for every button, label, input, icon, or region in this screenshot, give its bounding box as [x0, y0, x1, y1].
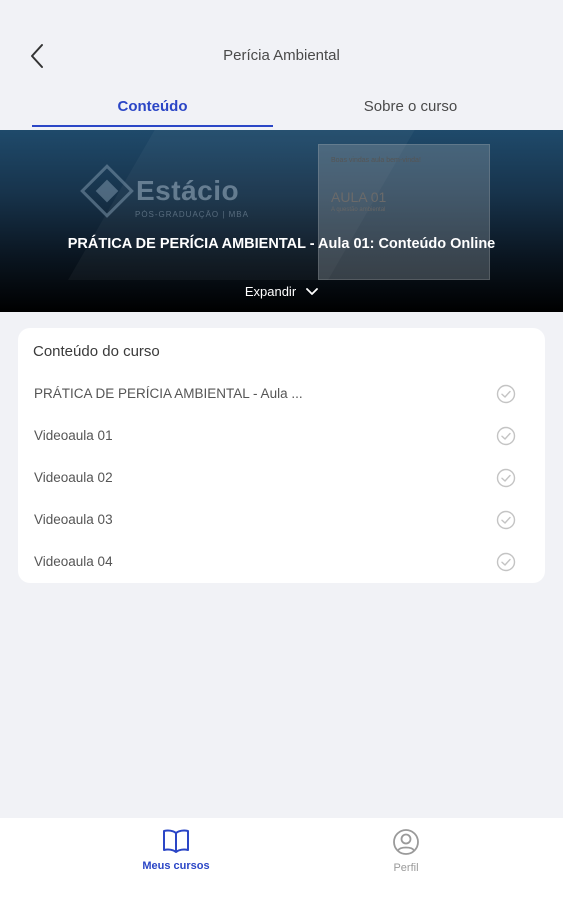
book-icon: [163, 829, 189, 853]
banner-slide-preview: Boas vindas aula bem-vinda! AULA 01 A qu…: [318, 144, 490, 280]
check-circle-icon: [496, 552, 516, 572]
nav-label: Perfil: [393, 862, 419, 874]
lesson-label: PRÁTICA DE PERÍCIA AMBIENTAL - Aula ...: [34, 386, 303, 401]
page-title: Perícia Ambiental: [223, 47, 340, 64]
check-circle-icon: [496, 384, 516, 404]
active-tab-indicator: [32, 125, 273, 127]
nav-meus-cursos[interactable]: Meus cursos: [116, 828, 236, 888]
slide-aula-subtitle: A questão ambiental: [331, 207, 386, 213]
lesson-label: Videoaula 01: [34, 428, 113, 443]
app-header: Perícia Ambiental Conteúdo Sobre o curso: [0, 0, 563, 130]
check-circle-icon: [496, 426, 516, 446]
check-circle-icon: [496, 468, 516, 488]
lesson-label: Videoaula 03: [34, 512, 113, 527]
logo-subtitle: PÓS-GRADUAÇÃO | MBA: [135, 210, 249, 219]
tab-sobre-o-curso[interactable]: Sobre o curso: [290, 84, 531, 128]
tab-bar: Conteúdo Sobre o curso: [0, 84, 563, 130]
slide-aula-label: AULA 01: [331, 189, 387, 205]
lesson-item[interactable]: PRÁTICA DE PERÍCIA AMBIENTAL - Aula ...: [18, 374, 545, 416]
lesson-label: Videoaula 04: [34, 554, 113, 569]
lesson-label: Videoaula 02: [34, 470, 113, 485]
chevron-down-icon: [306, 287, 319, 295]
expand-label: Expandir: [244, 284, 297, 299]
nav-perfil[interactable]: Perfil: [346, 828, 466, 888]
lesson-item[interactable]: Videoaula 01: [18, 416, 545, 458]
logo-text: Estácio: [136, 175, 240, 206]
expand-button[interactable]: Expandir: [0, 284, 563, 299]
lesson-title: PRÁTICA DE PERÍCIA AMBIENTAL - Aula 01: …: [67, 236, 496, 252]
tab-conteudo[interactable]: Conteúdo: [32, 84, 273, 128]
lesson-item[interactable]: Videoaula 03: [18, 500, 545, 542]
lesson-banner[interactable]: Estácio PÓS-GRADUAÇÃO | MBA Boas vindas …: [0, 130, 563, 312]
estacio-logo: Estácio: [80, 164, 240, 218]
lesson-item[interactable]: Videoaula 02: [18, 458, 545, 500]
lesson-item[interactable]: Videoaula 04: [18, 542, 545, 584]
nav-label: Meus cursos: [142, 860, 210, 872]
bottom-navigation: Meus cursos Perfil: [0, 818, 563, 900]
user-icon: [393, 829, 419, 855]
slide-small-text: Boas vindas aula bem-vinda!: [331, 157, 421, 164]
estacio-logo-mark: [80, 164, 134, 218]
course-content-card: Conteúdo do curso PRÁTICA DE PERÍCIA AMB…: [18, 328, 545, 583]
course-content-title: Conteúdo do curso: [33, 343, 160, 360]
check-circle-icon: [496, 510, 516, 530]
